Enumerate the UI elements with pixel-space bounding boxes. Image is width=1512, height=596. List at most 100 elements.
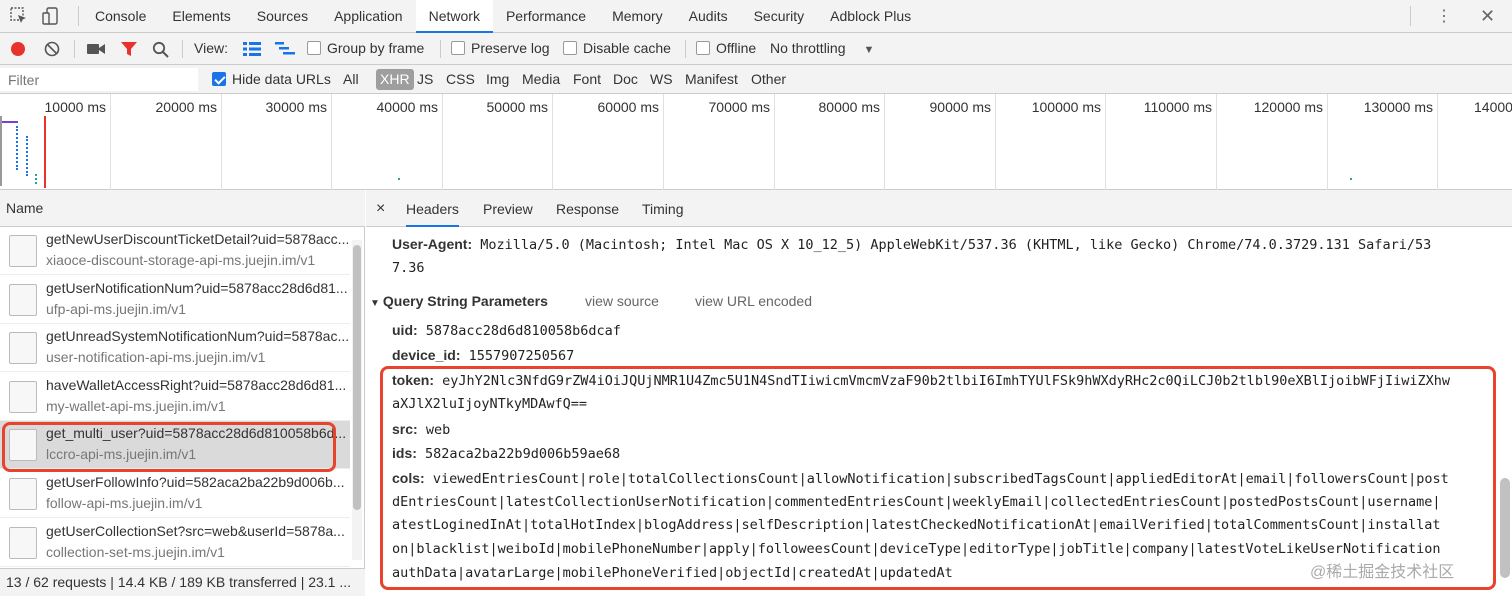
filter-input[interactable] (0, 68, 198, 91)
type-filter-ws[interactable]: WS (650, 65, 673, 94)
type-filter-font[interactable]: Font (573, 65, 601, 94)
inspect-element-icon[interactable] (10, 7, 28, 25)
request-list-pane: Name getNewUserDiscountTicketDetail?uid=… (0, 190, 365, 596)
type-filter-xhr[interactable]: XHR (376, 69, 414, 90)
timeline-gridline (552, 94, 553, 190)
devtools-tab-network[interactable]: Network (415, 0, 493, 33)
type-filter-all[interactable]: All (343, 65, 359, 94)
view-url-encoded-link[interactable]: view URL encoded (695, 293, 812, 309)
timeline-tick-label: 110000 ms (1143, 99, 1212, 115)
view-source-link[interactable]: view source (585, 293, 659, 309)
devtools-tab-sources[interactable]: Sources (244, 0, 321, 33)
timeline-tick-label: 100000 ms (1031, 99, 1101, 115)
request-row[interactable]: getNewUserDiscountTicketDetail?uid=5878a… (0, 227, 350, 275)
throttling-select[interactable]: No throttling ▼ (770, 33, 874, 65)
param-value: 1557907250567 (468, 348, 575, 364)
name-column-header[interactable]: Name (0, 190, 365, 227)
devtools-tab-audits[interactable]: Audits (676, 0, 741, 33)
type-filter-manifest[interactable]: Manifest (685, 65, 738, 94)
more-panels-icon[interactable]: ⋮ (1436, 0, 1452, 33)
document-file-icon (9, 478, 37, 510)
clear-icon[interactable] (44, 41, 60, 57)
timeline-gridline (774, 94, 775, 190)
request-row[interactable]: haveWalletAccessRight?uid=5878acc28d6d81… (0, 373, 350, 421)
request-row[interactable]: getUnreadSystemNotificationNum?uid=5878a… (0, 324, 350, 373)
view-label: View: (194, 40, 228, 56)
devtools-tabs: Console Elements Sources Application Network… (82, 0, 924, 33)
devtools-tab-memory[interactable]: Memory (599, 0, 676, 33)
query-string-section-toggle[interactable]: ▼ Query String Parameters (370, 293, 548, 309)
search-icon[interactable] (152, 41, 169, 58)
param-value: 5878acc28d6d810058b6dcaf (425, 323, 621, 339)
timeline-tick-label: 14000 (1474, 99, 1512, 115)
disable-cache-checkbox[interactable] (563, 41, 577, 55)
timeline-tick-label: 40000 ms (376, 99, 438, 115)
detail-tab-preview[interactable]: Preview (483, 190, 533, 227)
network-timeline-overview[interactable]: 10000 ms 20000 ms 30000 ms 40000 ms 50000 ms… (0, 94, 1512, 190)
timeline-gridline (995, 94, 996, 190)
preserve-log-option[interactable]: Preserve log (451, 33, 550, 65)
user-agent-key: User-Agent: (392, 236, 473, 252)
chevron-down-icon: ▼ (863, 44, 875, 56)
type-filter-css[interactable]: CSS (446, 65, 475, 94)
disable-cache-option[interactable]: Disable cache (563, 33, 671, 65)
request-list-scrollbar-thumb[interactable] (353, 245, 361, 510)
detail-tab-headers[interactable]: Headers (406, 190, 459, 227)
type-filter-other[interactable]: Other (751, 65, 786, 94)
large-rows-icon[interactable] (243, 42, 261, 56)
record-icon[interactable] (10, 41, 26, 57)
filter-funnel-icon[interactable] (120, 41, 138, 57)
screenshot-camera-icon[interactable] (86, 42, 106, 56)
disable-cache-label: Disable cache (583, 40, 671, 56)
timeline-gridline (663, 94, 664, 190)
hide-data-urls-option[interactable]: Hide data URLs (212, 65, 331, 94)
devtools-tab-adblock-plus[interactable]: Adblock Plus (817, 0, 924, 33)
timeline-tick-label: 70000 ms (708, 99, 770, 115)
load-event-marker (44, 116, 46, 188)
request-row[interactable]: getUserCollectionSet?src=web&userId=5878… (0, 519, 350, 567)
devtools-tab-bar: Console Elements Sources Application Network… (0, 0, 1512, 33)
devtools-tab-security[interactable]: Security (741, 0, 818, 33)
overview-waterfall-icon[interactable] (275, 42, 295, 56)
close-devtools-icon[interactable]: ✕ (1480, 0, 1495, 33)
devtools-tab-application[interactable]: Application (321, 0, 416, 33)
offline-option[interactable]: Offline (696, 33, 756, 65)
type-filter-media[interactable]: Media (522, 65, 560, 94)
timeline-request-bar (35, 174, 43, 184)
network-summary-status: 13 / 62 requests | 14.4 KB / 189 KB tran… (0, 568, 365, 596)
preserve-log-checkbox[interactable] (451, 41, 465, 55)
timeline-gridline (442, 94, 443, 190)
request-name: getNewUserDiscountTicketDetail?uid=5878a… (46, 231, 348, 247)
group-by-frame-option[interactable]: Group by frame (307, 33, 424, 65)
timeline-gridline (221, 94, 222, 190)
request-domain: follow-api-ms.juejin.im/v1 (46, 495, 203, 511)
document-file-icon (9, 235, 37, 267)
timeline-tick-label: 80000 ms (818, 99, 880, 115)
device-toolbar-icon[interactable] (42, 7, 60, 25)
devtools-tab-elements[interactable]: Elements (159, 0, 243, 33)
preserve-log-label: Preserve log (471, 40, 550, 56)
close-detail-icon[interactable]: × (376, 190, 385, 227)
detail-tab-timing[interactable]: Timing (642, 190, 684, 227)
devtools-tab-performance[interactable]: Performance (493, 0, 599, 33)
detail-tab-response[interactable]: Response (556, 190, 619, 227)
throttling-value: No throttling (770, 40, 846, 56)
timeline-gridline (331, 94, 332, 190)
request-domain: collection-set-ms.juejin.im/v1 (46, 543, 225, 560)
param-device-id: device_id: 1557907250567 (392, 343, 574, 368)
request-row[interactable]: getUserNotificationNum?uid=5878acc28d6d8… (0, 276, 350, 324)
timeline-gridline (1437, 94, 1438, 190)
type-filter-img[interactable]: Img (486, 65, 509, 94)
hide-data-urls-checkbox[interactable] (212, 72, 226, 86)
request-row[interactable]: getUserFollowInfo?uid=582aca2ba22b9d006b… (0, 470, 350, 518)
timeline-request-bar (16, 126, 20, 170)
devtools-tab-console[interactable]: Console (82, 0, 159, 33)
detail-scrollbar-thumb[interactable] (1500, 478, 1510, 578)
offline-checkbox[interactable] (696, 41, 710, 55)
toolbar-divider (182, 40, 183, 58)
type-filter-doc[interactable]: Doc (613, 65, 638, 94)
request-name: getUserNotificationNum?uid=5878acc28d6d8… (46, 279, 348, 296)
type-filter-js[interactable]: JS (417, 65, 433, 94)
group-by-frame-label: Group by frame (327, 40, 425, 56)
group-by-frame-checkbox[interactable] (307, 41, 321, 55)
